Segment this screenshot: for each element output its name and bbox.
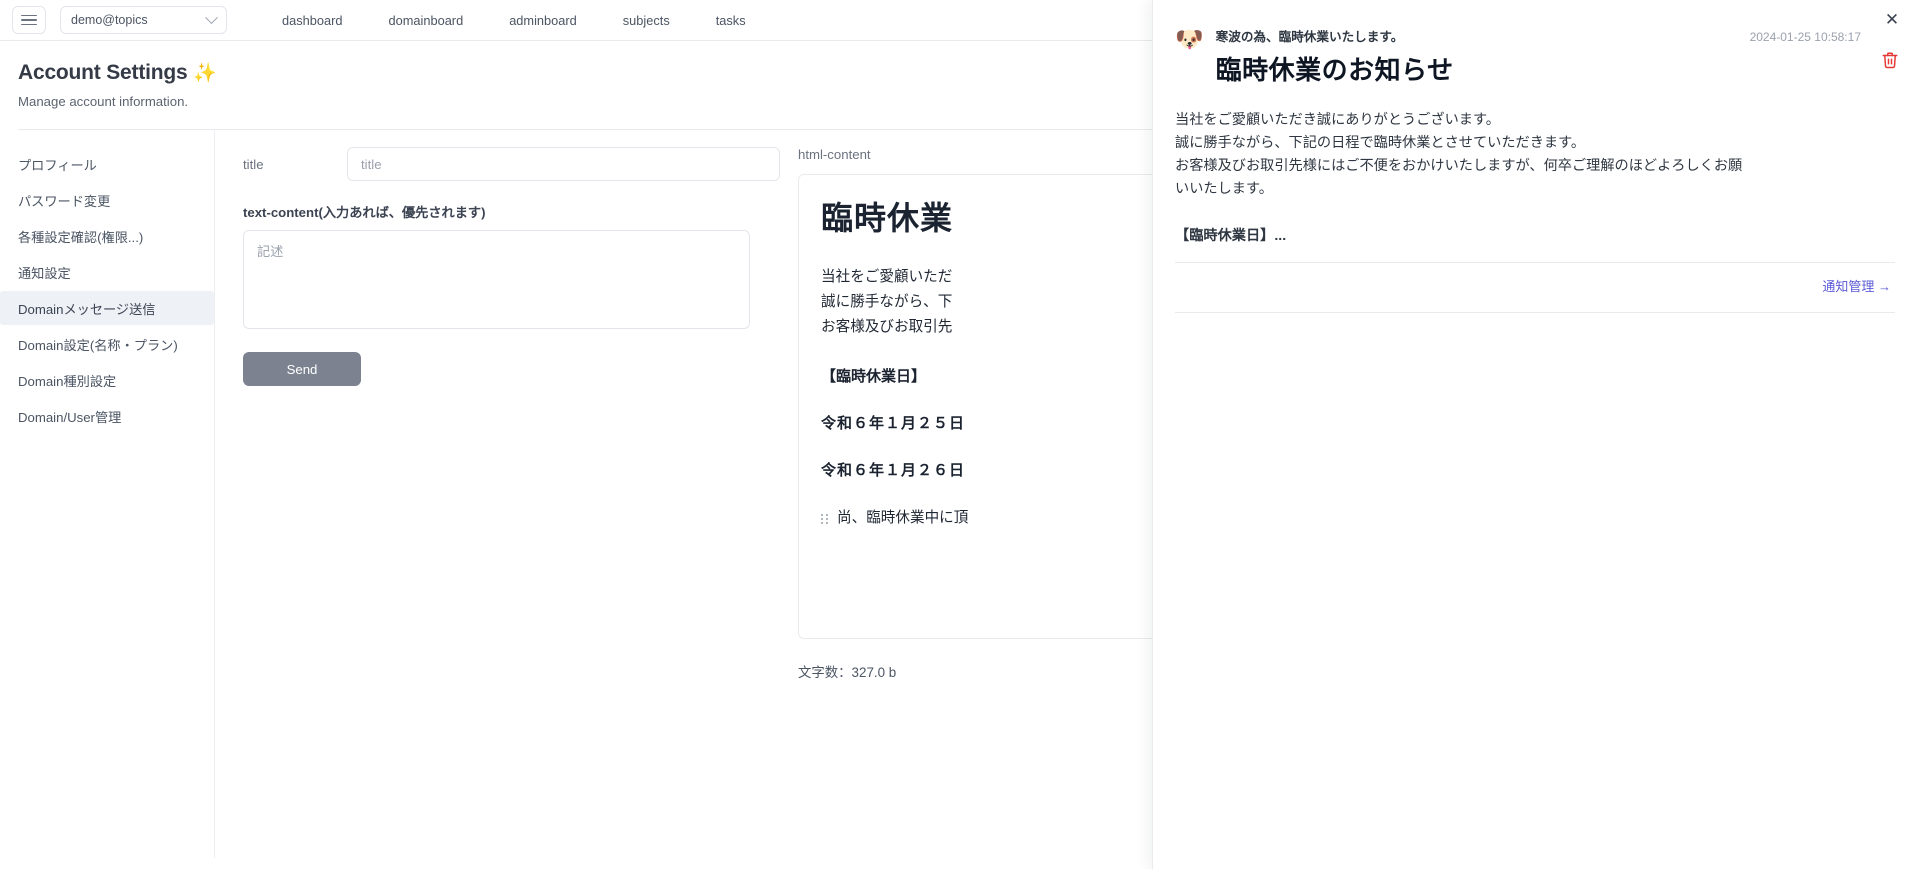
handle-dot bbox=[821, 513, 823, 516]
handle-dot bbox=[821, 521, 823, 524]
text-content-label: text-content(入力あれば、優先されます) bbox=[243, 205, 486, 220]
sidebar-item-domain-user[interactable]: Domain/User管理 bbox=[0, 399, 214, 433]
nav-tab-tasks[interactable]: tasks bbox=[693, 13, 769, 28]
notification-body-line: 当社をご愛顧いただき誠にありがとうございます。 bbox=[1175, 112, 1500, 128]
preview-heading: 臨時休業 bbox=[821, 200, 954, 236]
sidebar-item-domain-type[interactable]: Domain種別設定 bbox=[0, 363, 214, 397]
preview-date: 令和６年１月２６日 bbox=[821, 462, 966, 480]
sidebar-item-domain-settings[interactable]: Domain設定(名称・プラン) bbox=[0, 327, 214, 361]
chevron-down-icon bbox=[205, 10, 218, 24]
preview-section-heading: 【臨時休業日】 bbox=[821, 368, 927, 386]
handle-dot bbox=[826, 521, 828, 524]
handle-dot bbox=[821, 517, 823, 520]
sidebar-item-password[interactable]: パスワード変更 bbox=[0, 183, 214, 217]
nav-tab-dashboard[interactable]: dashboard bbox=[259, 13, 365, 28]
preview-last-row: 尚、臨時休業中に頂 bbox=[821, 506, 1167, 531]
text-content-textarea[interactable] bbox=[243, 230, 750, 329]
sidebar-item-notifications[interactable]: 通知設定 bbox=[0, 255, 214, 289]
notification-link-row: 通知管理 → bbox=[1153, 263, 1917, 295]
notification-divider-bottom bbox=[1175, 312, 1895, 313]
hamburger-bar bbox=[21, 19, 37, 21]
page-title-text: Account Settings bbox=[18, 61, 188, 84]
notification-body: 当社をご愛顧いただき誠にありがとうございます。 誠に勝手ながら、下記の日程で臨時… bbox=[1153, 87, 1917, 245]
preview-date: 令和６年１月２５日 bbox=[821, 415, 966, 433]
sidebar-item-profile[interactable]: プロフィール bbox=[0, 147, 214, 181]
drag-handle-icon[interactable] bbox=[821, 513, 828, 524]
send-button[interactable]: Send bbox=[243, 352, 361, 386]
notification-panel: ✕ 🐶 寒波の為、臨時休業いたします。 臨時休業のお知らせ 2024-01-25… bbox=[1152, 0, 1917, 869]
message-form: title text-content(入力あれば、優先されます) Send bbox=[215, 130, 780, 858]
notification-heading-group: 寒波の為、臨時休業いたします。 臨時休業のお知らせ bbox=[1216, 26, 1454, 87]
hamburger-icon[interactable] bbox=[12, 6, 46, 34]
html-preview-card: 臨時休業 当社をご愛顧いただ 誠に勝手ながら、下 お客様及びお取引先 【臨時休業… bbox=[798, 174, 1190, 639]
notification-subject: 寒波の為、臨時休業いたします。 bbox=[1215, 30, 1404, 44]
notification-body-line: いいたします。 bbox=[1175, 181, 1273, 197]
preview-last-line: 尚、臨時休業中に頂 bbox=[837, 510, 969, 527]
notification-more-text: 【臨時休業日】... bbox=[1175, 228, 1287, 244]
title-label: title bbox=[243, 156, 264, 172]
nav-tabs: dashboard domainboard adminboard subject… bbox=[259, 13, 769, 28]
app-root: demo@topics dashboard domainboard adminb… bbox=[0, 0, 1917, 869]
preview-paragraph: 当社をご愛顧いただ bbox=[821, 269, 953, 285]
handle-dot bbox=[826, 513, 828, 516]
sparkles-icon: ✨ bbox=[193, 63, 217, 84]
trash-icon[interactable] bbox=[1881, 51, 1899, 69]
notification-manage-link[interactable]: 通知管理 → bbox=[1822, 276, 1891, 295]
settings-sidebar: プロフィール パスワード変更 各種設定確認(権限...) 通知設定 Domain… bbox=[0, 130, 215, 858]
preview-paragraph: お客様及びお取引先 bbox=[821, 319, 953, 336]
dog-avatar-icon: 🐶 bbox=[1175, 26, 1204, 52]
title-row: title bbox=[243, 147, 780, 181]
hamburger-bar bbox=[21, 23, 37, 26]
title-input[interactable] bbox=[347, 147, 780, 181]
hamburger-bar bbox=[21, 14, 37, 17]
nav-tab-adminboard[interactable]: adminboard bbox=[486, 13, 600, 28]
notification-body-line: 誠に勝手ながら、下記の日程で臨時休業とさせていただきます。 bbox=[1175, 135, 1586, 151]
handle-dot bbox=[826, 517, 828, 520]
sidebar-item-domain-message[interactable]: Domainメッセージ送信 bbox=[0, 291, 214, 325]
domain-select-value: demo@topics bbox=[71, 13, 148, 27]
notification-body-line: お客様及びお取引先様にはご不便をおかけいたしますが、何卒ご理解のほどよろしくお願 bbox=[1175, 158, 1743, 174]
nav-tab-domainboard[interactable]: domainboard bbox=[365, 13, 486, 28]
domain-select[interactable]: demo@topics bbox=[60, 6, 227, 34]
nav-tab-subjects[interactable]: subjects bbox=[600, 13, 693, 28]
sidebar-item-permissions[interactable]: 各種設定確認(権限...) bbox=[0, 219, 214, 253]
notification-timestamp: 2024-01-25 10:58:17 bbox=[1749, 30, 1861, 44]
notification-title: 臨時休業のお知らせ bbox=[1215, 55, 1454, 85]
notification-header: 🐶 寒波の為、臨時休業いたします。 臨時休業のお知らせ 2024-01-25 1… bbox=[1153, 0, 1917, 87]
preview-paragraph: 誠に勝手ながら、下 bbox=[821, 294, 953, 311]
